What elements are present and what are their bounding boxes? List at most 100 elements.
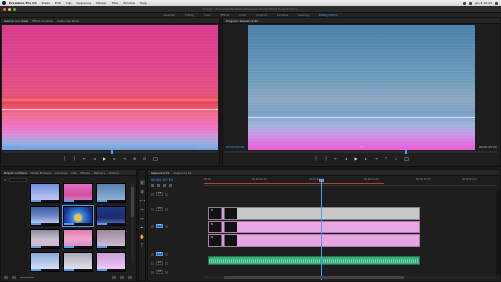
spotlight-icon[interactable] xyxy=(495,1,498,5)
thumbnail-scrub-bar[interactable] xyxy=(97,246,125,248)
source-timecode-in[interactable]: 00:00:00:00 xyxy=(4,145,22,149)
extract-icon[interactable]: ⇣ xyxy=(394,157,398,161)
mute-icon[interactable] xyxy=(165,252,168,256)
thumbnail-scrub-bar[interactable] xyxy=(31,223,59,225)
project-clip-thumbnail[interactable] xyxy=(63,229,93,249)
menu-clip[interactable]: Clip xyxy=(66,1,72,5)
tab-program[interactable]: Program: Sequence 01 xyxy=(226,19,258,23)
mark-in-icon[interactable]: { xyxy=(63,157,67,161)
wifi-icon[interactable] xyxy=(462,1,466,5)
program-video-frame[interactable] xyxy=(248,25,475,150)
track-label-a1[interactable]: A1 xyxy=(156,252,163,256)
eye-icon[interactable] xyxy=(165,224,168,228)
program-playhead[interactable] xyxy=(405,150,407,154)
linked-selection-icon[interactable] xyxy=(157,184,160,187)
apple-menu-icon[interactable] xyxy=(2,1,6,5)
snap-icon[interactable] xyxy=(151,184,154,187)
thumbnail-scrub-bar[interactable] xyxy=(97,223,125,225)
thumbnail-scrub-bar[interactable] xyxy=(64,223,92,225)
mute-icon[interactable] xyxy=(165,261,168,265)
project-clip-thumbnail[interactable] xyxy=(63,252,93,272)
lock-icon[interactable] xyxy=(151,224,154,228)
lock-icon[interactable] xyxy=(151,252,154,256)
thumbnail-scrub-bar[interactable] xyxy=(97,269,125,271)
go-to-out-icon[interactable]: ⇥ xyxy=(374,157,378,161)
mark-out-icon[interactable]: } xyxy=(324,157,328,161)
project-clip-thumbnail[interactable] xyxy=(30,183,60,203)
menu-app-name[interactable]: Premiere Pro CC xyxy=(9,1,37,5)
new-item-icon[interactable] xyxy=(120,275,124,279)
clip-pink-low[interactable]: fx xyxy=(208,234,420,247)
tab-sequence-01[interactable]: Sequence 01 xyxy=(151,171,169,175)
overwrite-icon[interactable]: ⊡ xyxy=(143,157,147,161)
lock-icon[interactable] xyxy=(151,261,154,265)
project-scrollbar[interactable] xyxy=(131,183,134,263)
timeline-horizontal-scrollbar[interactable] xyxy=(204,276,496,279)
menu-clock[interactable]: Jan 8 10:29 xyxy=(475,1,492,5)
source-playhead[interactable] xyxy=(111,150,113,154)
timeline-settings-icon[interactable] xyxy=(169,184,172,187)
step-forward-icon[interactable]: ▸ xyxy=(364,157,368,161)
timeline-playhead[interactable] xyxy=(319,179,324,280)
mute-icon[interactable] xyxy=(165,270,168,274)
source-fit-dropdown[interactable]: Fit xyxy=(108,145,112,149)
razor-tool-icon[interactable]: ✂ xyxy=(140,207,145,212)
project-bin-list[interactable] xyxy=(2,183,28,275)
scrollbar-thumb[interactable] xyxy=(224,276,404,279)
delete-icon[interactable] xyxy=(128,275,132,279)
source-video-frame[interactable] xyxy=(2,25,218,150)
track-label-v1[interactable]: V1 xyxy=(156,224,163,228)
tab-effects[interactable]: Effects xyxy=(80,171,90,175)
project-clip-thumbnail[interactable] xyxy=(63,183,93,203)
mark-in-icon[interactable]: { xyxy=(314,157,318,161)
track-label-a3[interactable]: A3 xyxy=(156,270,163,274)
project-clip-thumbnail[interactable] xyxy=(96,206,126,226)
insert-icon[interactable]: ⊕ xyxy=(133,157,137,161)
tab-markers[interactable]: Markers xyxy=(94,171,105,175)
export-frame-icon[interactable] xyxy=(152,157,158,161)
tab-sequence-02[interactable]: Sequence 02 xyxy=(173,171,191,175)
step-forward-icon[interactable]: ▸ xyxy=(113,157,117,161)
track-label-a2[interactable]: A2 xyxy=(156,261,163,265)
thumbnail-scrub-bar[interactable] xyxy=(97,200,125,202)
tab-audio-clip-mixer[interactable]: Audio Clip Mixer xyxy=(57,19,80,23)
tab-info[interactable]: Info xyxy=(71,171,76,175)
lock-icon[interactable] xyxy=(151,207,154,211)
program-timecode-in[interactable]: 00:00:00:00 xyxy=(226,145,244,149)
minimize-window-icon[interactable] xyxy=(8,8,11,11)
tab-source[interactable]: Source: (no clips) xyxy=(4,19,28,23)
eye-icon[interactable] xyxy=(165,192,168,196)
clip-audio-a1[interactable] xyxy=(208,256,420,265)
clip-gray-top[interactable]: fx xyxy=(208,207,420,220)
menu-file[interactable]: Файл xyxy=(42,1,50,5)
hand-tool-icon[interactable]: ✋ xyxy=(140,234,145,239)
menu-title[interactable]: Title xyxy=(112,1,118,5)
list-view-icon[interactable] xyxy=(4,275,8,279)
tab-media-browser[interactable]: Media Browser xyxy=(30,171,51,175)
tab-libraries[interactable]: Libraries xyxy=(55,171,67,175)
lock-icon[interactable] xyxy=(151,270,154,274)
track-select-tool-icon[interactable]: ⇶ xyxy=(140,189,145,194)
lift-icon[interactable]: ⇡ xyxy=(384,157,388,161)
menu-sequence[interactable]: Sequence xyxy=(76,1,91,5)
project-clip-thumbnail[interactable] xyxy=(96,229,126,249)
program-scrubber[interactable] xyxy=(225,150,498,154)
play-icon[interactable]: ▶ xyxy=(354,157,358,161)
close-window-icon[interactable] xyxy=(3,8,6,11)
project-clip-thumbnail[interactable] xyxy=(30,206,60,226)
zoom-window-icon[interactable] xyxy=(13,8,16,11)
thumbnail-scrub-bar[interactable] xyxy=(31,200,59,202)
work-area-bar[interactable] xyxy=(204,183,384,184)
zoom-slider[interactable] xyxy=(20,276,34,278)
battery-icon[interactable] xyxy=(468,1,472,5)
lock-icon[interactable] xyxy=(151,192,154,196)
playhead-handle[interactable] xyxy=(319,179,324,182)
step-back-icon[interactable]: ◂ xyxy=(93,157,97,161)
slip-tool-icon[interactable]: ↔ xyxy=(140,216,145,221)
thumbnail-scrub-bar[interactable] xyxy=(31,246,59,248)
type-tool-icon[interactable]: T xyxy=(140,243,145,248)
tab-effect-controls[interactable]: Effect Controls xyxy=(32,19,53,23)
ripple-edit-tool-icon[interactable]: ⟷ xyxy=(140,198,146,203)
new-bin-icon[interactable] xyxy=(112,275,116,279)
thumbnail-scrub-bar[interactable] xyxy=(64,200,92,202)
